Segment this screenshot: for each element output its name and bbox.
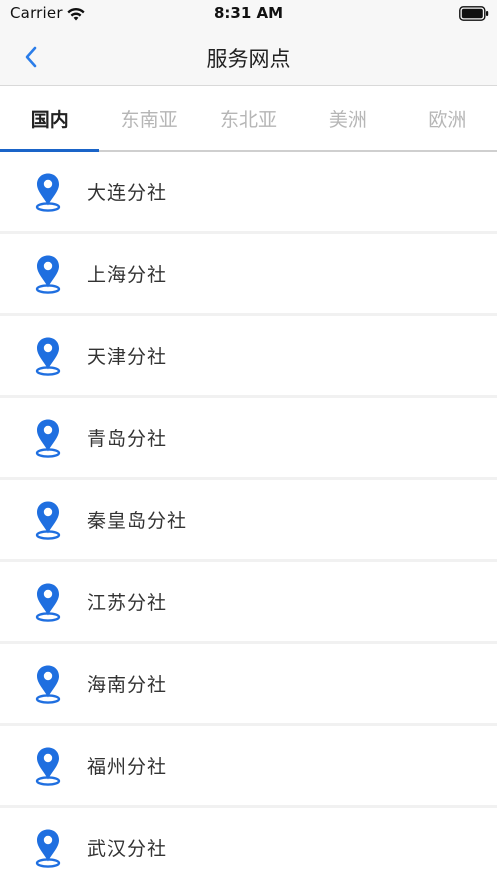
location-pin-icon [35, 747, 61, 786]
list-item[interactable]: 天津分社 [0, 316, 497, 398]
location-pin-icon [35, 829, 61, 868]
branch-name: 青岛分社 [87, 428, 168, 450]
nav-bar: 服务网点 [0, 28, 497, 86]
list-item[interactable]: 青岛分社 [0, 398, 497, 480]
list-item[interactable]: 江苏分社 [0, 562, 497, 644]
location-pin-icon [35, 501, 61, 540]
branch-name: 秦皇岛分社 [87, 510, 188, 532]
branch-name: 天津分社 [87, 346, 168, 368]
location-pin-icon [35, 337, 61, 376]
location-pin-icon [35, 665, 61, 704]
branch-name: 上海分社 [87, 264, 168, 286]
location-pin-icon [35, 173, 61, 212]
location-pin-icon [35, 419, 61, 458]
branch-name: 海南分社 [87, 674, 168, 696]
battery-icon [459, 6, 489, 21]
list-item[interactable]: 上海分社 [0, 234, 497, 316]
branch-list: 大连分社 上海分社 天津分社 青岛分社 秦皇岛分社 江苏分社 海南分社 福州分社… [0, 152, 497, 883]
location-pin-icon [35, 583, 61, 622]
list-item[interactable]: 海南分社 [0, 644, 497, 726]
tab-northeast-asia[interactable]: 东北亚 [199, 86, 298, 150]
region-tabs: 国内 东南亚 东北亚 美洲 欧洲 [0, 86, 497, 152]
status-bar: Carrier 8:31 AM [0, 0, 497, 28]
branch-name: 江苏分社 [87, 592, 168, 614]
tab-americas[interactable]: 美洲 [298, 86, 397, 150]
branch-name: 大连分社 [87, 182, 168, 204]
page-title: 服务网点 [206, 47, 291, 71]
list-item[interactable]: 福州分社 [0, 726, 497, 808]
branch-name: 福州分社 [87, 756, 168, 778]
list-item[interactable]: 武汉分社 [0, 808, 497, 883]
branch-name: 武汉分社 [87, 838, 168, 860]
status-time: 8:31 AM [213, 4, 284, 22]
tab-europe[interactable]: 欧洲 [398, 86, 497, 150]
list-item[interactable]: 大连分社 [0, 152, 497, 234]
location-pin-icon [35, 255, 61, 294]
tab-southeast-asia[interactable]: 东南亚 [99, 86, 198, 150]
tab-domestic[interactable]: 国内 [0, 86, 100, 152]
list-item[interactable]: 秦皇岛分社 [0, 480, 497, 562]
